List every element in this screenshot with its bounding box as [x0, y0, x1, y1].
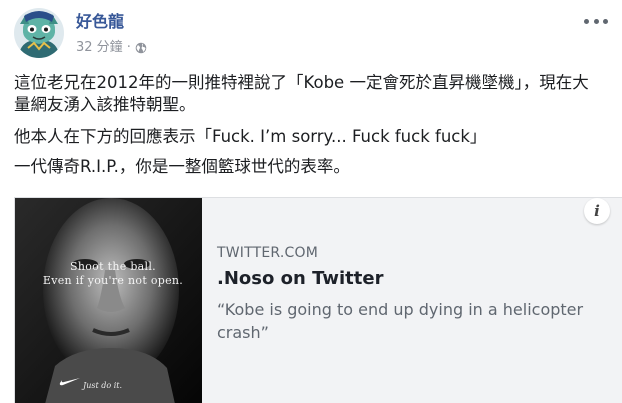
image-quote-line: Shoot the ball. [70, 260, 156, 273]
link-title[interactable]: .Noso on Twitter [217, 268, 383, 289]
globe-icon[interactable] [135, 42, 147, 54]
swoosh-logo-icon [59, 378, 80, 386]
author-avatar[interactable] [14, 8, 64, 58]
image-quote: Shoot the ball. Even if you're not open. [33, 260, 193, 288]
link-preview-image[interactable]: Shoot the ball. Even if you're not open.… [15, 198, 202, 403]
info-icon[interactable]: i [584, 198, 610, 224]
link-preview-card[interactable]: Shoot the ball. Even if you're not open.… [14, 197, 622, 403]
image-quote-line: Even if you're not open. [42, 274, 184, 287]
more-options-icon[interactable] [584, 14, 608, 28]
more-dot [603, 18, 608, 24]
image-slogan: Just do it. [83, 381, 123, 390]
post-time[interactable]: 32 分鐘 [76, 40, 123, 56]
post-paragraph: 這位老兄在2012年的一則推特裡說了「Kobe 一定會死於直昇機墜機」，現在大量… [14, 73, 589, 114]
post-body: 這位老兄在2012年的一則推特裡說了「Kobe 一定會死於直昇機墜機」，現在大量… [14, 72, 604, 186]
post-paragraph: 一代傳奇R.I.P.，你是一整個籃球世代的表率。 [14, 157, 350, 176]
portrait-image-icon [15, 198, 202, 403]
meta-separator: · [126, 40, 131, 55]
link-description: “Kobe is going to end up dying in a heli… [217, 300, 584, 342]
post-meta: 32 分鐘 · [76, 40, 147, 56]
more-dot [593, 18, 599, 24]
link-domain: TWITTER.COM [217, 245, 318, 261]
author-name[interactable]: 好色龍 [76, 12, 124, 32]
post-paragraph: 他本人在下方的回應表示「Fuck. I’m sorry... Fuck fuck… [14, 127, 487, 146]
dragon-avatar-icon [14, 8, 64, 58]
more-dot [584, 18, 589, 24]
